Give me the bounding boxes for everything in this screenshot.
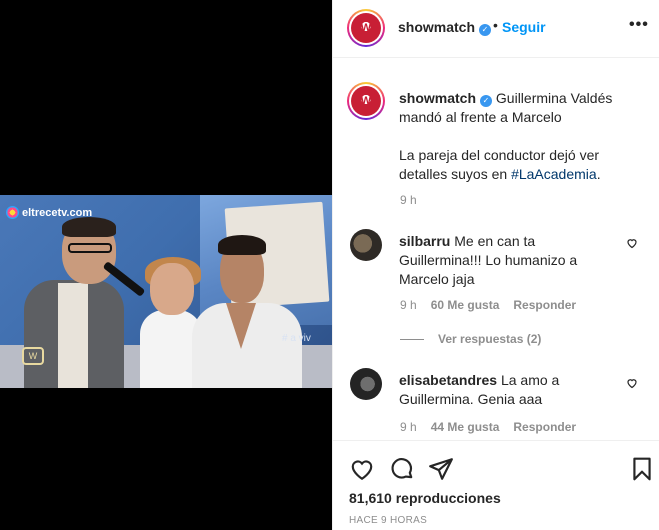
video-hashtag-overlay: # a viv bbox=[282, 333, 311, 344]
comment-username[interactable]: silbarru bbox=[399, 233, 450, 249]
view-replies-button[interactable]: Ver respuestas (2) bbox=[400, 332, 541, 346]
comment-icon[interactable] bbox=[389, 456, 415, 482]
post-actions: 81,610 reproducciones HACE 9 HORAS bbox=[333, 440, 659, 530]
dancer-man-hair bbox=[218, 235, 266, 255]
header-username[interactable]: showmatch ✓ bbox=[398, 19, 492, 36]
comments-area[interactable]: showmatch✓ Guillermina Valdés mandó al f… bbox=[333, 59, 659, 439]
comment-like-icon[interactable] bbox=[626, 237, 638, 249]
comment-text: elisabetandres La amo a Guillermina. Gen… bbox=[399, 371, 619, 409]
follow-button[interactable]: Seguir bbox=[502, 19, 546, 35]
dancer-woman-head bbox=[150, 263, 194, 315]
channel-sun-icon bbox=[6, 206, 19, 219]
comment-time[interactable]: 9 h bbox=[400, 420, 417, 434]
host-glasses bbox=[68, 243, 112, 253]
caption-paragraph-suffix: . bbox=[596, 166, 601, 182]
paper-plane-icon[interactable] bbox=[428, 456, 454, 482]
post-media[interactable]: eltrecetv.com W # a viv bbox=[0, 0, 332, 530]
comment-likes[interactable]: 44 Me gusta bbox=[431, 420, 500, 434]
account-avatar[interactable] bbox=[347, 9, 385, 47]
heart-icon[interactable] bbox=[349, 456, 375, 482]
replies-divider bbox=[400, 338, 424, 340]
comment-avatar[interactable] bbox=[350, 229, 382, 261]
post-panel: showmatch✓ • Seguir ••• showmatch✓ Guill… bbox=[332, 0, 659, 530]
view-count[interactable]: 81,610 reproducciones bbox=[349, 490, 501, 506]
comment-like-icon[interactable] bbox=[626, 377, 638, 389]
caption-time[interactable]: 9 h bbox=[400, 193, 417, 207]
comment-likes[interactable]: 60 Me gusta bbox=[431, 298, 500, 312]
host-shirt bbox=[58, 283, 88, 388]
comment-reply-button[interactable]: Responder bbox=[513, 298, 576, 312]
channel-logo: eltrecetv.com bbox=[6, 206, 92, 219]
view-replies-label[interactable]: Ver respuestas (2) bbox=[438, 332, 541, 346]
comment-username[interactable]: elisabetandres bbox=[399, 372, 497, 388]
bookmark-icon[interactable] bbox=[629, 456, 655, 482]
verified-badge-icon: ✓ bbox=[479, 24, 492, 36]
host-hair bbox=[62, 217, 116, 237]
comment-meta: 9 h 44 Me gusta Responder bbox=[400, 420, 576, 434]
header-separator: • bbox=[493, 17, 498, 33]
post-header: showmatch ✓ • Seguir ••• bbox=[333, 0, 659, 58]
more-options-icon[interactable]: ••• bbox=[629, 16, 649, 34]
post-caption: showmatch ✓ Guillermina Valdés mandó al f… bbox=[399, 89, 619, 184]
header-username-text[interactable]: showmatch bbox=[398, 19, 475, 35]
comment-meta: 9 h 60 Me gusta Responder bbox=[400, 298, 576, 312]
comment-reply-button[interactable]: Responder bbox=[513, 420, 576, 434]
channel-logo-text: eltrecetv.com bbox=[22, 206, 93, 219]
caption-username[interactable]: showmatch bbox=[399, 90, 476, 106]
comment-text: silbarru Me en can ta Guillermina!!! Lo … bbox=[399, 232, 619, 289]
comment-avatar[interactable] bbox=[350, 368, 382, 400]
post-timestamp[interactable]: HACE 9 HORAS bbox=[349, 515, 427, 526]
verified-badge-icon: ✓ bbox=[480, 95, 493, 107]
caption-avatar[interactable] bbox=[347, 82, 385, 120]
video-player[interactable]: eltrecetv.com W # a viv bbox=[0, 195, 332, 388]
show-brand-mark: W bbox=[22, 347, 44, 365]
comment-time[interactable]: 9 h bbox=[400, 298, 417, 312]
caption-hashtag-link[interactable]: #LaAcademia bbox=[511, 166, 597, 182]
caption-paragraph: La pareja del conductor dejó ver detalle… bbox=[399, 146, 619, 184]
